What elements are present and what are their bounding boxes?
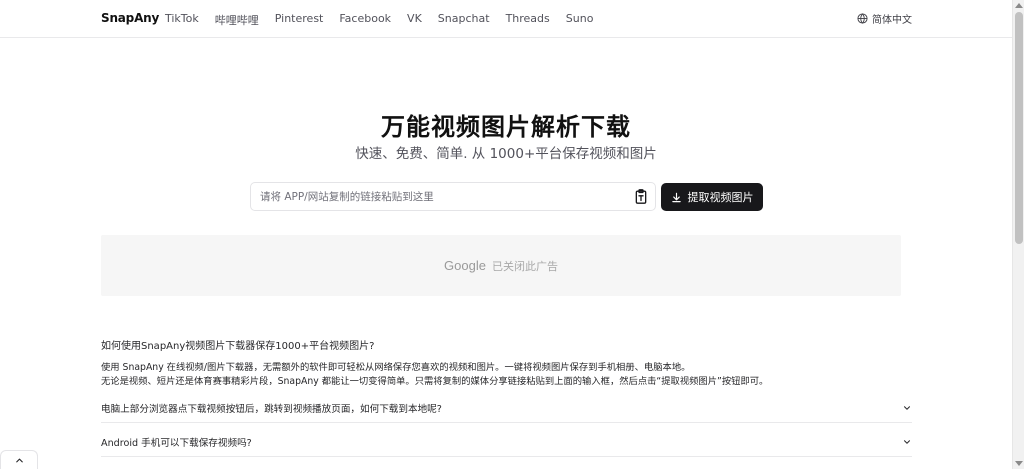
clipboard-paste-icon[interactable] — [633, 188, 649, 205]
chevron-down-icon — [903, 439, 911, 444]
faq-item-question: 电脑上部分浏览器点下载视频按钮后，跳转到视频播放页面，如何下载到本地呢? — [101, 403, 442, 415]
url-search-box — [250, 182, 656, 211]
scroll-up-arrow-icon[interactable] — [1015, 3, 1023, 8]
faq-accordion-item[interactable]: 电脑上部分浏览器点下载视频按钮后，跳转到视频播放页面，如何下载到本地呢? — [101, 393, 912, 423]
ad-closed-text: 已关闭此广告 — [491, 259, 558, 273]
site-header: SnapAny TikTok 哔哩哔哩 Pinterest Facebook V… — [0, 0, 1012, 38]
nav-link-tiktok[interactable]: TikTok — [165, 12, 199, 28]
nav-link-suno[interactable]: Suno — [566, 12, 594, 28]
ad-placeholder: Google 已关闭此广告 — [101, 235, 901, 296]
page-subtitle: 快速、免费、简单. 从 1000+平台保存视频和图片 — [355, 146, 657, 162]
vertical-scrollbar[interactable] — [1012, 0, 1024, 469]
chevron-up-icon — [15, 458, 23, 462]
scroll-down-arrow-icon[interactable] — [1015, 461, 1023, 466]
back-to-top-button[interactable] — [0, 450, 38, 469]
download-icon — [671, 192, 681, 202]
extract-button[interactable]: 提取视频图片 — [661, 183, 763, 211]
chevron-down-icon — [903, 405, 911, 410]
faq-heading: 如何使用SnapAny视频图片下载器保存1000+平台视频图片? — [101, 341, 375, 352]
faq-answer-line: 使用 SnapAny 在线视频/图片下载器，无需额外的软件即可轻松从网络保存您喜… — [101, 362, 691, 373]
globe-icon — [857, 13, 868, 24]
extract-button-label: 提取视频图片 — [687, 191, 754, 204]
nav-link-bilibili[interactable]: 哔哩哔哩 — [215, 12, 259, 28]
url-input[interactable] — [251, 183, 621, 210]
nav-link-snapchat[interactable]: Snapchat — [438, 12, 490, 28]
site-logo[interactable]: SnapAny — [101, 11, 159, 25]
language-label: 简体中文 — [872, 15, 912, 26]
language-switcher[interactable]: 简体中文 — [857, 11, 912, 26]
nav-link-vk[interactable]: VK — [407, 12, 422, 28]
nav-link-threads[interactable]: Threads — [506, 12, 550, 28]
main-nav: TikTok 哔哩哔哩 Pinterest Facebook VK Snapch… — [165, 12, 609, 28]
page-title: 万能视频图片解析下载 — [381, 113, 631, 141]
faq-item-question: Android 手机可以下载保存视频吗? — [101, 437, 252, 449]
ad-brand: Google — [444, 258, 486, 273]
faq-accordion-item[interactable]: Android 手机可以下载保存视频吗? — [101, 427, 912, 457]
scrollbar-thumb[interactable] — [1015, 12, 1023, 244]
faq-answer-line: 无论是视频、短片还是体育赛事精彩片段，SnapAny 都能让一切变得简单。只需将… — [101, 376, 769, 387]
nav-link-pinterest[interactable]: Pinterest — [275, 12, 324, 28]
nav-link-facebook[interactable]: Facebook — [339, 12, 391, 28]
